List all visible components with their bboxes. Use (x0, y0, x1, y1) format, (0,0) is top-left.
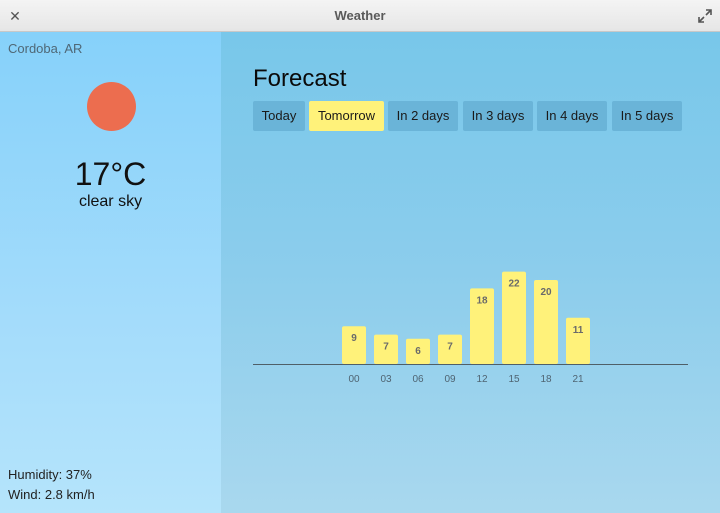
window-title: Weather (334, 8, 386, 23)
chart-tick-label: 15 (508, 374, 520, 385)
forecast-panel: Forecast Today Tomorrow In 2 days In 3 d… (221, 32, 720, 513)
forecast-chart: 9 00 7 03 6 06 7 09 18 12 22 15 20 18 11 21 (253, 271, 688, 385)
chart-bar-value: 22 (508, 279, 520, 290)
weather-window: ✕ Weather Cordoba, AR 17°C clear sky Hum… (0, 0, 720, 513)
wind-label: Wind: 2.8 km/h (8, 487, 95, 502)
title-bar: ✕ Weather (0, 0, 720, 32)
chart-tick-label: 03 (380, 374, 392, 385)
chart-bar-value: 9 (351, 333, 357, 344)
chart-tick-label: 09 (444, 374, 456, 385)
close-icon[interactable]: ✕ (6, 7, 24, 25)
location-label: Cordoba, AR (8, 41, 83, 56)
humidity-label: Humidity: 37% (8, 467, 92, 482)
chart-bar-value: 18 (476, 295, 488, 306)
chart-tick-label: 12 (476, 374, 488, 385)
chart-bar-00 (342, 326, 366, 364)
chart-tick-label: 06 (412, 374, 424, 385)
chart-bar-value: 11 (573, 325, 584, 336)
chart-tick-label: 00 (348, 374, 360, 385)
chart-bar-value: 6 (415, 346, 421, 357)
current-weather-panel: Cordoba, AR 17°C clear sky Humidity: 37%… (0, 32, 221, 513)
chart-tick-label: 18 (540, 374, 552, 385)
chart-bar-value: 7 (383, 342, 389, 353)
weather-condition: clear sky (78, 193, 143, 210)
chart-bar-value: 7 (447, 342, 453, 353)
chart-tick-label: 21 (572, 374, 584, 385)
current-temperature: 17°C (74, 156, 147, 192)
maximize-icon[interactable] (696, 7, 714, 25)
chart-bar-value: 20 (540, 287, 552, 298)
sun-icon (87, 82, 136, 131)
